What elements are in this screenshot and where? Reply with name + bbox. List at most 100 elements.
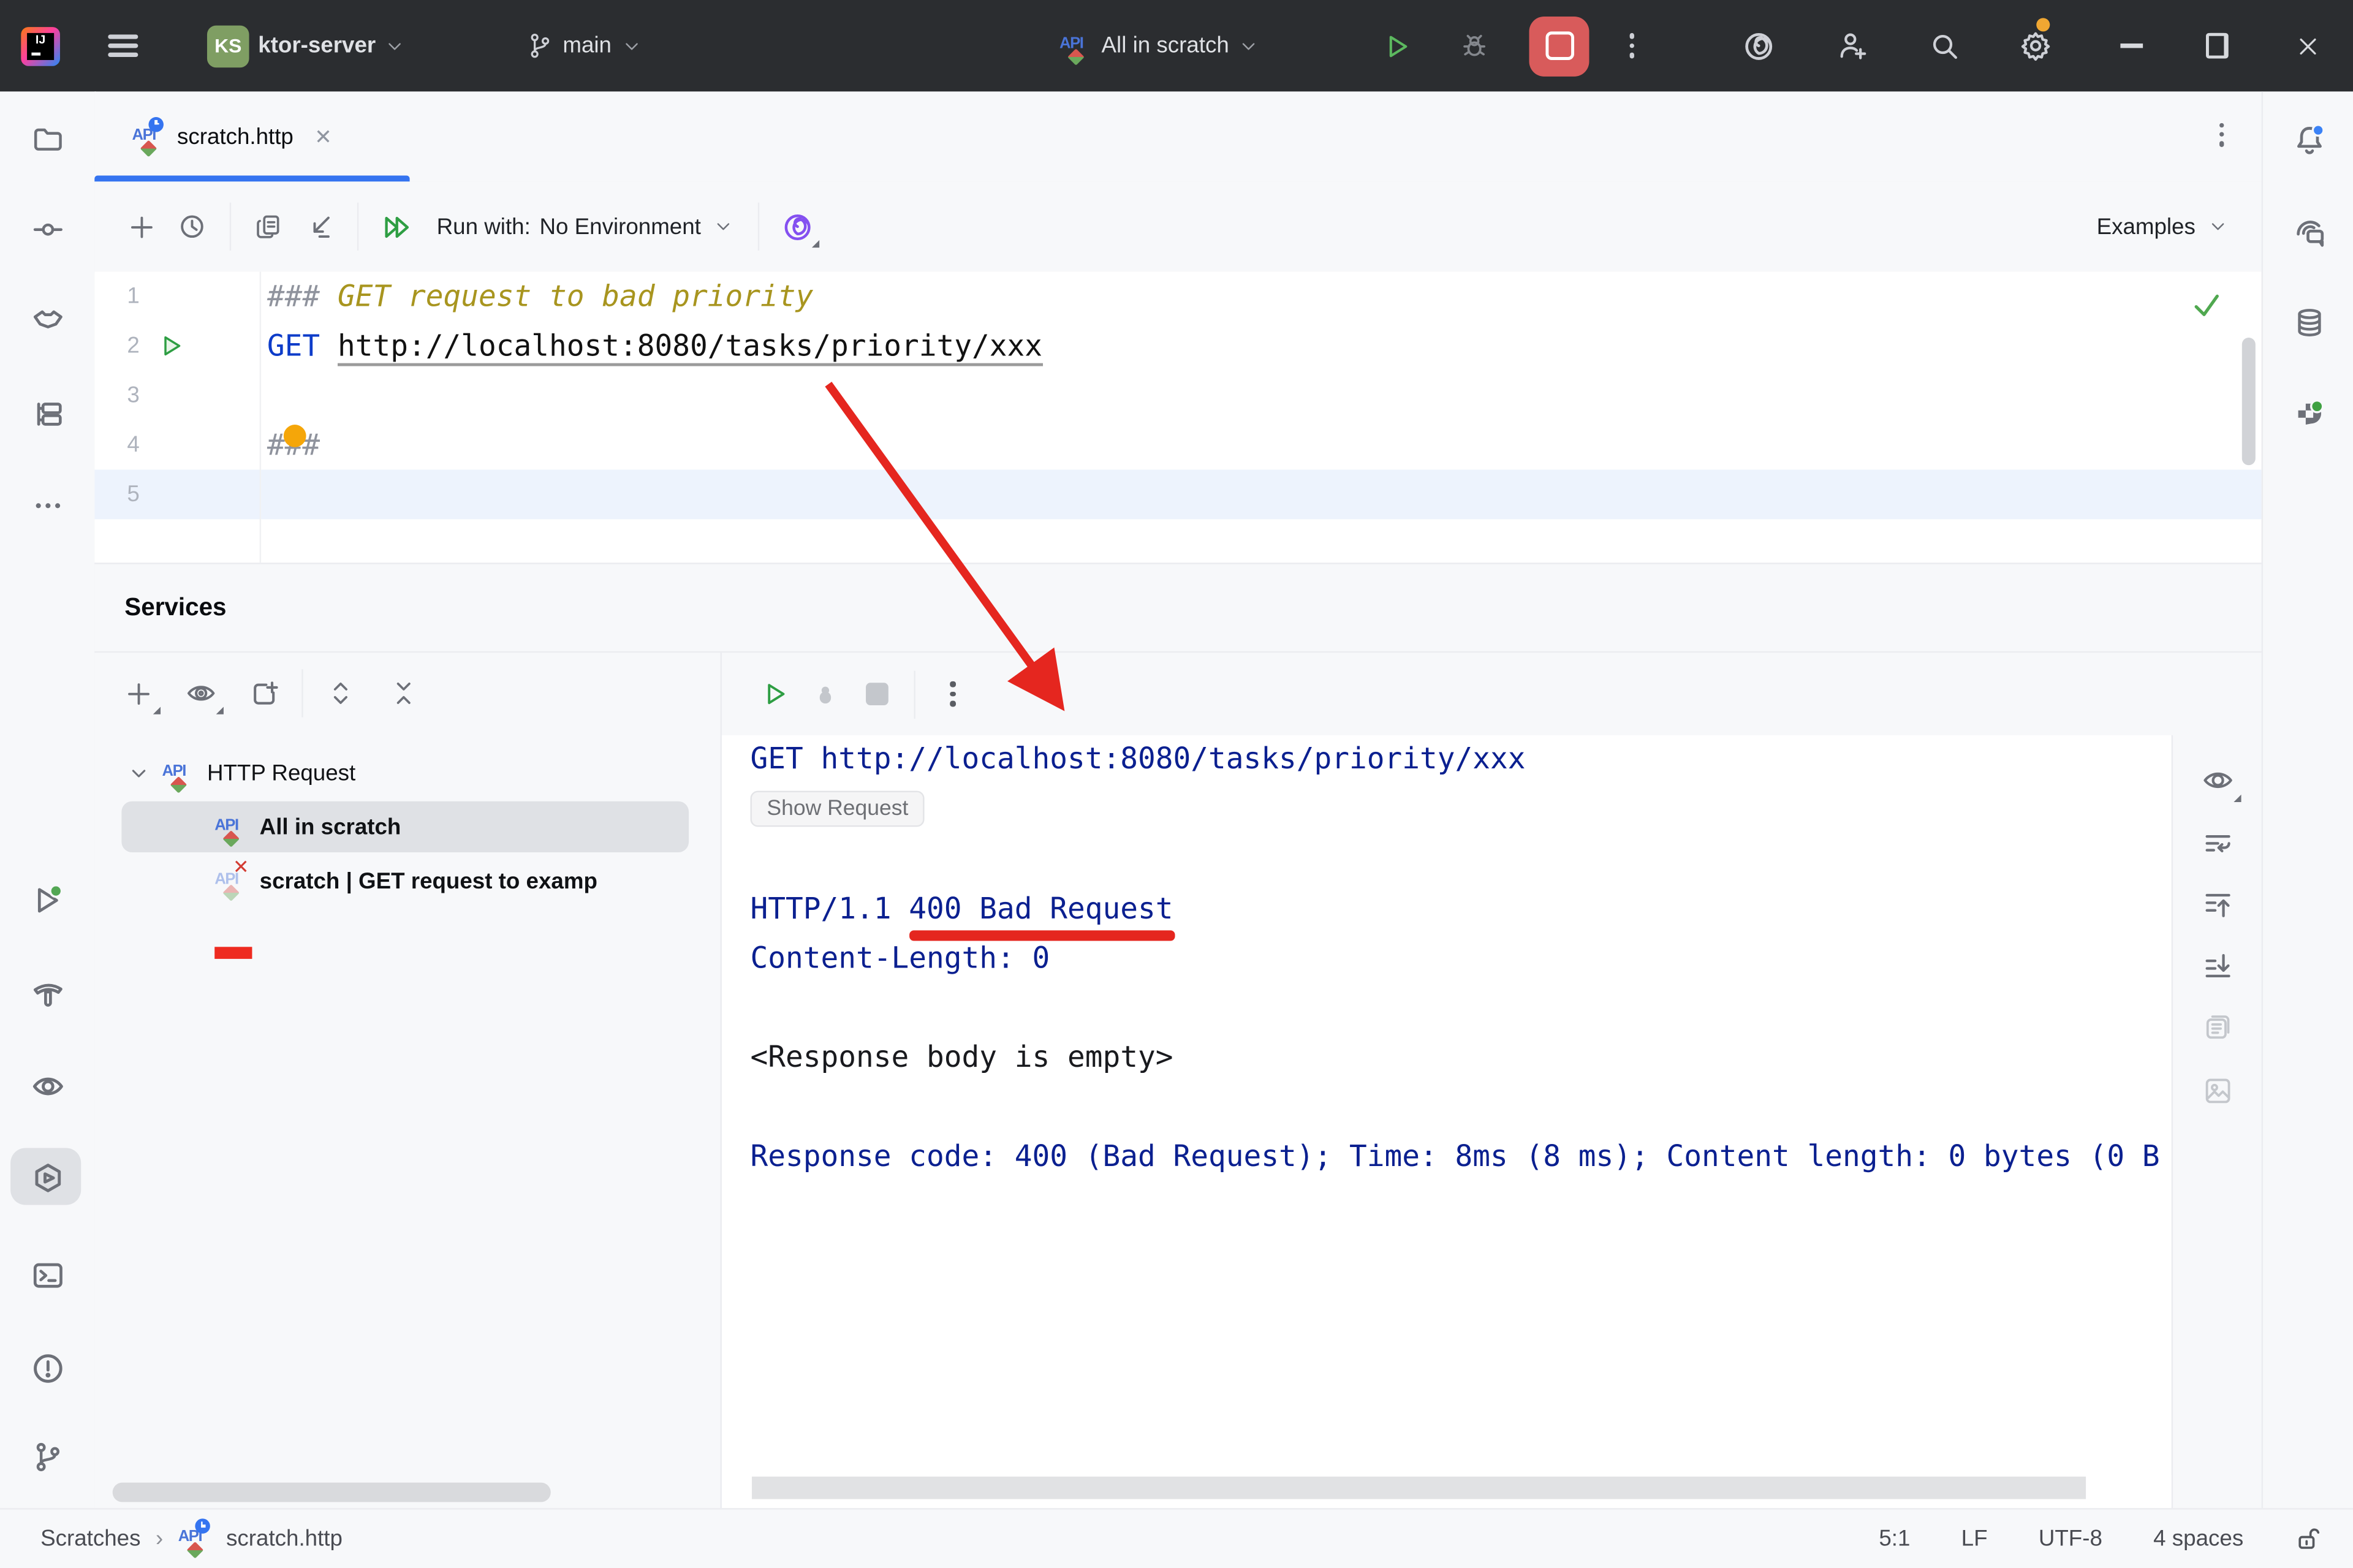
gutter-run-request-button[interactable] — [159, 333, 185, 359]
kebab-icon — [1630, 29, 1635, 63]
debug-button[interactable] — [1458, 0, 1490, 91]
minimize-button[interactable] — [2120, 0, 2143, 91]
status-code-text: 400 Bad Request — [909, 892, 1173, 926]
dropdown-caret — [812, 240, 819, 248]
more-run-options-button[interactable] — [1630, 0, 1635, 91]
collapse-all-button[interactable] — [378, 668, 429, 719]
environment-selector[interactable]: No Environment — [539, 214, 733, 240]
database-icon — [2292, 305, 2326, 339]
intellij-logo-icon: IJ — [27, 32, 54, 59]
project-name: ktor-server — [258, 33, 376, 59]
settings-button[interactable] — [2018, 0, 2053, 91]
line-number: 2 — [94, 321, 139, 371]
response-view-options-button[interactable] — [2200, 763, 2235, 797]
tree-item-label: HTTP Request — [207, 760, 355, 786]
vcs-branch-widget[interactable]: main — [525, 0, 642, 91]
run-all-requests-button[interactable] — [371, 201, 422, 252]
debug-request-button-disabled[interactable] — [800, 668, 851, 719]
response-toolbar — [722, 653, 2262, 737]
settings-notification-dot — [2036, 18, 2050, 31]
soft-wrap-button[interactable] — [2202, 827, 2235, 860]
build-tool-plugin-button[interactable] — [2290, 396, 2327, 433]
http-request-api-icon: API — [214, 811, 248, 843]
response-options-button[interactable] — [927, 668, 978, 719]
tree-item-all-in-scratch[interactable]: API All in scratch — [94, 800, 720, 854]
database-button[interactable] — [2292, 305, 2326, 339]
environment-value: No Environment — [539, 214, 700, 240]
more-tool-windows-button[interactable] — [31, 489, 64, 522]
project-widget[interactable]: KS ktor-server — [207, 0, 406, 91]
restore-button[interactable] — [2206, 0, 2229, 91]
search-everywhere-button[interactable] — [1928, 0, 1961, 91]
ai-assistant-chat-button[interactable] — [2290, 214, 2327, 251]
git-tool-button[interactable] — [31, 1441, 64, 1474]
ai-assistant-button[interactable] — [1741, 0, 1777, 91]
tree-item-http-request[interactable]: API HTTP Request — [94, 746, 720, 800]
tab-close-icon[interactable]: ✕ — [314, 124, 332, 150]
stop-button[interactable] — [1529, 0, 1590, 91]
tree-item-label: All in scratch — [260, 814, 401, 840]
response-horizontal-scrollbar[interactable] — [752, 1477, 2086, 1499]
add-service-button[interactable] — [113, 668, 164, 719]
line-separator-widget[interactable]: LF — [1961, 1526, 1988, 1552]
tab-options-button[interactable] — [2219, 118, 2224, 151]
indent-widget[interactable]: 4 spaces — [2153, 1526, 2243, 1552]
main-menu-button[interactable] — [108, 0, 138, 91]
code-editor[interactable]: 1 2 3 4 5 ### GET request to bad priorit… — [94, 271, 2261, 562]
encoding-widget[interactable]: UTF-8 — [2039, 1526, 2102, 1552]
ai-convert-button[interactable] — [771, 201, 822, 252]
toolbar-separator — [230, 203, 231, 251]
checkmark-icon — [2191, 290, 2222, 321]
services-tool-button[interactable] — [29, 1160, 66, 1196]
breadcrumb-file[interactable]: scratch.http — [226, 1526, 343, 1552]
code-with-me-button[interactable] — [1835, 0, 1870, 91]
dropdown-caret — [216, 706, 224, 714]
copy-icon — [254, 211, 284, 241]
services-horizontal-scrollbar[interactable] — [113, 1483, 551, 1502]
request-url[interactable]: http://localhost:8080/tasks/priority/xxx — [338, 328, 1042, 366]
restore-icon — [2206, 33, 2229, 59]
run-tool-button[interactable] — [30, 883, 64, 917]
response-gutter — [2172, 735, 2263, 1508]
breadcrumb-scratches[interactable]: Scratches — [40, 1526, 140, 1552]
chevron-down-icon — [2207, 216, 2228, 237]
open-in-new-tab-button[interactable] — [238, 668, 289, 719]
unlocked-padlock-icon[interactable] — [2294, 1524, 2323, 1553]
close-button[interactable] — [2296, 0, 2320, 91]
show-request-link[interactable]: Show Request — [750, 791, 925, 827]
notifications-button[interactable] — [2290, 121, 2327, 157]
scroll-to-top-button[interactable] — [2202, 888, 2235, 922]
structure-tool-button[interactable] — [30, 397, 64, 431]
open-as-image-button-disabled[interactable] — [2202, 1074, 2235, 1107]
copy-response-button-disabled[interactable] — [2202, 1012, 2235, 1045]
run-configuration-selector[interactable]: API All in scratch — [1059, 0, 1259, 91]
copy-request-button[interactable] — [243, 201, 294, 252]
tab-scratch-http[interactable]: API scratch.http ✕ — [94, 91, 409, 181]
commit-tool-button[interactable] — [31, 213, 64, 246]
breadcrumb-separator: › — [156, 1526, 163, 1552]
examples-dropdown[interactable]: Examples — [2097, 214, 2229, 240]
scroll-to-bottom-button[interactable] — [2202, 950, 2235, 983]
response-console[interactable]: GET http://localhost:8080/tasks/priority… — [722, 735, 2172, 1508]
tree-item-label: scratch | GET request to examp — [260, 868, 597, 894]
editor-scrollbar[interactable] — [2242, 338, 2256, 465]
expand-all-button[interactable] — [315, 668, 366, 719]
pull-requests-tool-button[interactable] — [30, 305, 64, 339]
run-button[interactable] — [1382, 0, 1412, 91]
import-requests-button[interactable] — [294, 201, 345, 252]
project-badge: KS — [207, 25, 249, 67]
build-tool-button[interactable] — [30, 976, 64, 1010]
inspection-status-ok[interactable] — [2191, 290, 2222, 321]
tree-item-failed-request[interactable]: API✕ scratch | GET request to examp — [94, 854, 720, 907]
view-options-button[interactable] — [176, 668, 227, 719]
project-tool-button[interactable] — [31, 123, 64, 156]
caret-position-widget[interactable]: 5:1 — [1879, 1526, 1910, 1552]
terminal-tool-button[interactable] — [30, 1258, 64, 1292]
history-button[interactable] — [167, 201, 218, 252]
stop-request-button-disabled[interactable] — [851, 668, 902, 719]
structure-icon — [30, 397, 64, 431]
endpoints-tool-button[interactable] — [29, 1069, 66, 1105]
problems-tool-button[interactable] — [29, 1350, 66, 1387]
rerun-request-button[interactable] — [749, 668, 800, 719]
add-request-button[interactable] — [116, 201, 167, 252]
